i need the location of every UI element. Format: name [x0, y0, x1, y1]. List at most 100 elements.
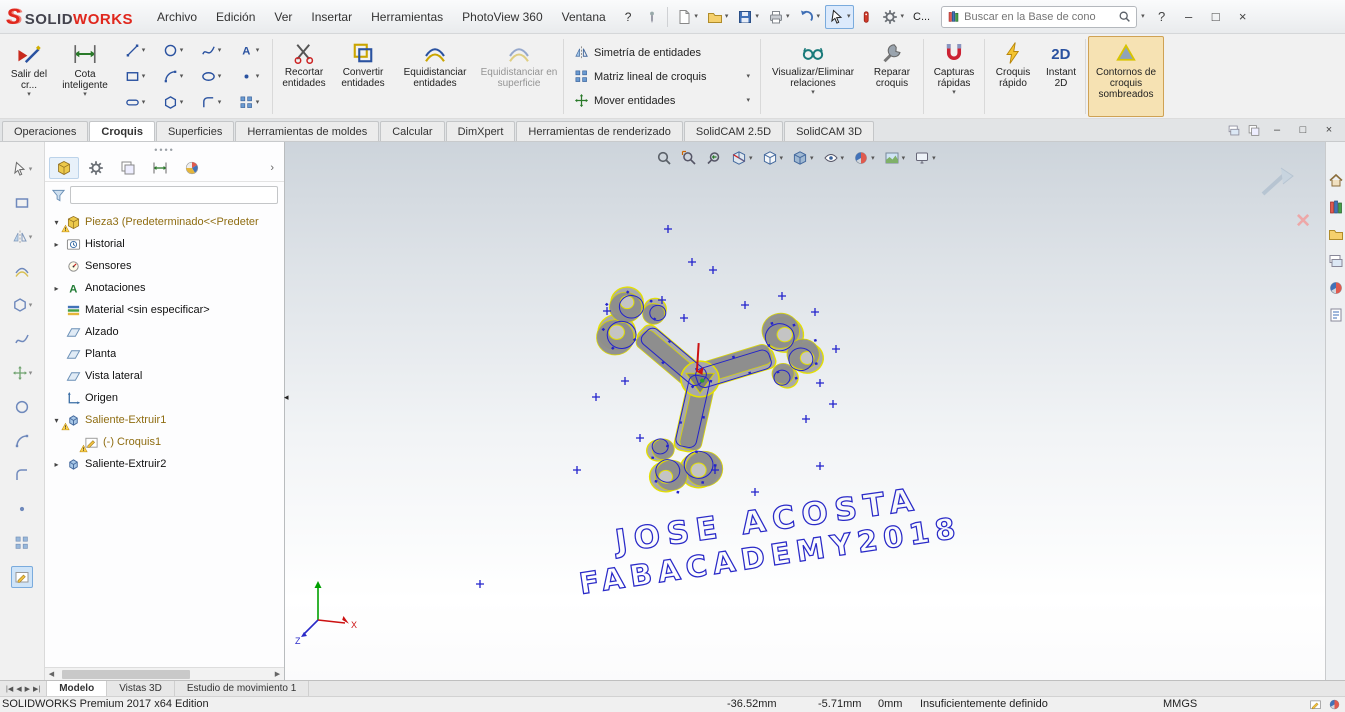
- pane-layout-left-icon[interactable]: [1227, 124, 1241, 137]
- exit-sketch-button[interactable]: Salir del cr... ▾: [2, 36, 56, 117]
- pin-menu-button[interactable]: [641, 5, 663, 29]
- left-tool-spline-button[interactable]: [11, 328, 33, 350]
- mirror-entities-button[interactable]: Simetría de entidades: [569, 42, 755, 63]
- trim-entities-button[interactable]: Recortar entidades: [275, 36, 333, 117]
- property-manager-tab[interactable]: [81, 157, 111, 179]
- section-view-button[interactable]: ▾: [728, 147, 756, 169]
- select-tool-button[interactable]: ▾: [824, 4, 855, 29]
- left-tool-arc-button[interactable]: [11, 430, 33, 452]
- convert-entities-button[interactable]: Convertir entidades: [333, 36, 393, 117]
- repair-sketch-button[interactable]: Reparar croquis: [863, 36, 921, 117]
- ellipse-tool-button[interactable]: ▾: [192, 64, 230, 90]
- zoom-to-fit-button[interactable]: [653, 147, 675, 169]
- options-button[interactable]: ▾: [878, 5, 908, 29]
- manager-tabs-overflow-icon[interactable]: ›: [264, 162, 280, 174]
- tree-item-sensores[interactable]: Sensores: [47, 255, 284, 277]
- first-tab-icon[interactable]: |◀: [6, 685, 13, 693]
- menu-insertar[interactable]: Insertar: [302, 5, 361, 29]
- expand-icon[interactable]: ▸: [51, 240, 62, 249]
- tab-solidcam-25d[interactable]: SolidCAM 2.5D: [683, 121, 784, 141]
- tree-item-saliente-extruir1[interactable]: ▾ Saliente-Extruir1: [47, 409, 284, 431]
- menu-archivo[interactable]: Archivo: [148, 5, 206, 29]
- display-style-button[interactable]: ▾: [789, 147, 817, 169]
- point-tool-button[interactable]: ▾: [230, 64, 268, 90]
- doc-tab-estudio-movimiento[interactable]: Estudio de movimiento 1: [175, 681, 310, 696]
- next-tab-icon[interactable]: ▶: [25, 685, 30, 693]
- custom-properties-icon[interactable]: [1328, 307, 1344, 323]
- left-tool-move-button[interactable]: ▾: [9, 362, 36, 384]
- left-tool-select-button[interactable]: ▾: [9, 158, 36, 180]
- scrollbar-thumb[interactable]: [62, 669, 190, 679]
- menu-herramientas[interactable]: Herramientas: [362, 5, 452, 29]
- quick-snaps-button[interactable]: Capturas rápidas ▾: [926, 36, 982, 117]
- left-tool-mirror-button[interactable]: ▾: [9, 226, 36, 248]
- tree-item-origen[interactable]: Origen: [47, 387, 284, 409]
- tab-dimxpert[interactable]: DimXpert: [445, 121, 516, 141]
- line-tool-button[interactable]: ▾: [116, 38, 154, 64]
- rx-status-button[interactable]: [855, 5, 877, 29]
- tab-superficies[interactable]: Superficies: [155, 121, 235, 141]
- scroll-left-icon[interactable]: ◀: [45, 670, 58, 678]
- tab-croquis[interactable]: Croquis: [89, 121, 155, 141]
- instant-2d-button[interactable]: Instant 2D: [1039, 36, 1083, 117]
- prev-tab-icon[interactable]: ◀: [16, 685, 21, 693]
- move-entities-button[interactable]: Mover entidades ▾: [569, 90, 755, 111]
- graphics-viewport[interactable]: ▾ ▾ ▾ ▾ ▾ ▾ ▾ ✕ JOSE ACOSTA FABACADEMY20…: [285, 142, 1325, 680]
- tree-item-saliente-extruir2[interactable]: ▸ Saliente-Extruir2: [47, 453, 284, 475]
- left-tool-pattern-button[interactable]: [11, 532, 33, 554]
- menu-edicion[interactable]: Edición: [207, 5, 264, 29]
- display-manager-tab[interactable]: [177, 157, 207, 179]
- shaded-sketch-contours-button[interactable]: Contornos de croquis sombreados: [1088, 36, 1164, 117]
- view-palette-icon[interactable]: [1328, 253, 1344, 269]
- help-button[interactable]: ?: [1149, 6, 1175, 28]
- feature-manager-tab[interactable]: [49, 157, 79, 179]
- slot-tool-button[interactable]: ▾: [116, 90, 154, 116]
- configuration-manager-tab[interactable]: [113, 157, 143, 179]
- view-orientation-button[interactable]: ▾: [759, 147, 787, 169]
- confirmation-corner-cancel-icon[interactable]: ✕: [1295, 210, 1311, 233]
- arc-tool-button[interactable]: ▾: [154, 64, 192, 90]
- search-input[interactable]: [964, 10, 1115, 23]
- appearances-icon[interactable]: [1328, 280, 1344, 296]
- fillet-tool-button[interactable]: ▾: [192, 90, 230, 116]
- save-button[interactable]: ▾: [733, 5, 763, 29]
- view-settings-button[interactable]: ▾: [911, 147, 939, 169]
- status-web-icon[interactable]: [1328, 698, 1341, 711]
- edit-appearance-button[interactable]: ▾: [850, 147, 878, 169]
- pane-layout-right-icon[interactable]: [1247, 124, 1261, 137]
- spline-tool-button[interactable]: ▾: [192, 38, 230, 64]
- display-relations-button[interactable]: Visualizar/Eliminar relaciones ▾: [763, 36, 863, 117]
- tab-herramientas-moldes[interactable]: Herramientas de moldes: [235, 121, 380, 141]
- tree-item-anotaciones[interactable]: ▸ Anotaciones: [47, 277, 284, 299]
- home-icon[interactable]: [1328, 172, 1344, 188]
- tree-filter-input[interactable]: [70, 186, 278, 204]
- left-tool-offset-button[interactable]: [11, 260, 33, 282]
- open-button[interactable]: ▾: [703, 5, 733, 29]
- tab-operaciones[interactable]: Operaciones: [2, 121, 89, 141]
- collab-button[interactable]: C...: [909, 5, 934, 29]
- search-scope-caret-icon[interactable]: ▾: [1138, 13, 1148, 20]
- circle-tool-button[interactable]: ▾: [154, 38, 192, 64]
- linear-pattern-button[interactable]: Matriz lineal de croquis ▾: [569, 66, 755, 87]
- units-label[interactable]: MMGS: [1163, 698, 1197, 710]
- left-tool-sketch-button[interactable]: [11, 566, 33, 588]
- tree-horizontal-scrollbar[interactable]: ◀ ▶: [45, 667, 284, 680]
- doc-tab-modelo[interactable]: Modelo: [47, 681, 108, 696]
- rectangle-tool-button[interactable]: ▾: [116, 64, 154, 90]
- viewport-canvas[interactable]: JOSE ACOSTA FABACADEMY2018 X Z: [285, 142, 1325, 680]
- menu-ventana[interactable]: Ventana: [553, 5, 615, 29]
- doc-minimize-button[interactable]: –: [1267, 122, 1287, 138]
- expand-icon[interactable]: ▸: [51, 460, 62, 469]
- status-edit-icon[interactable]: [1309, 698, 1322, 711]
- offset-entities-button[interactable]: Equidistanciar entidades: [393, 36, 477, 117]
- left-tool-fillet-button[interactable]: [11, 464, 33, 486]
- print-button[interactable]: ▾: [764, 5, 794, 29]
- minimize-button[interactable]: –: [1176, 6, 1202, 28]
- apply-scene-button[interactable]: ▾: [881, 147, 909, 169]
- tab-calcular[interactable]: Calcular: [380, 121, 445, 141]
- confirmation-corner-exit-icon[interactable]: [1257, 166, 1297, 200]
- design-library-icon[interactable]: [1328, 199, 1344, 215]
- dimxpert-manager-tab[interactable]: [145, 157, 175, 179]
- expand-icon[interactable]: ▸: [51, 284, 62, 293]
- close-button[interactable]: ×: [1230, 6, 1256, 28]
